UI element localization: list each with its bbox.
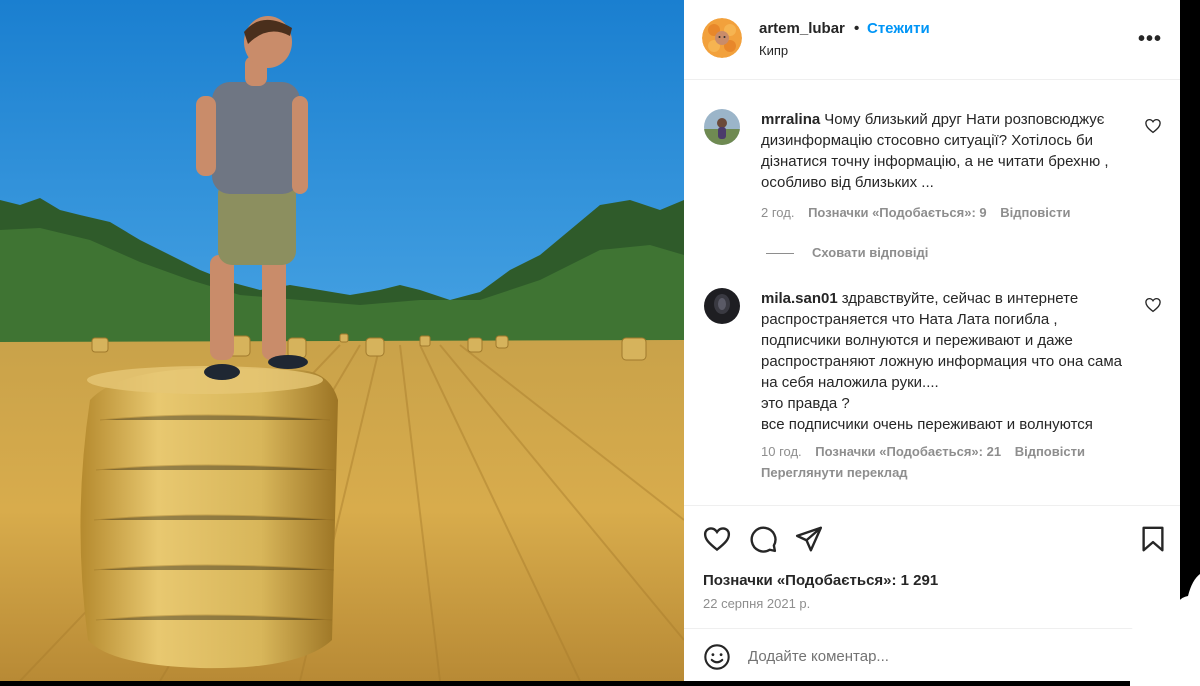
comment-text: здравствуйте, сейчас в интернете распрос…: [761, 290, 1123, 433]
comment-likes-count[interactable]: Позначки «Подобається»: 9: [808, 205, 987, 220]
comment-likes-count[interactable]: Позначки «Подобається»: 21: [815, 444, 1001, 459]
post-location[interactable]: Кипр: [759, 43, 788, 58]
hide-replies-label: Сховати відповіді: [812, 245, 929, 260]
post-date[interactable]: 22 серпня 2021 р.: [703, 596, 810, 611]
comments-list[interactable]: mrralina Чому близький друг Нати розповсю…: [684, 81, 1180, 505]
post-header: artem_lubar • Стежити Кипр •••: [684, 0, 1180, 80]
post-photo[interactable]: [0, 0, 684, 681]
reply-button[interactable]: Відповісти: [1015, 444, 1085, 459]
post-actions: Позначки «Подобається»: 1 291 22 серпня …: [684, 505, 1180, 625]
comment-time: 2 год.: [761, 205, 795, 220]
add-comment-bar: [684, 628, 1180, 681]
comment-icon[interactable]: [748, 524, 778, 554]
replies-line: [766, 253, 794, 255]
hide-replies-button[interactable]: Сховати відповіді: [766, 245, 928, 260]
post-likes-count[interactable]: Позначки «Подобається»: 1 291: [703, 572, 938, 589]
comment-username[interactable]: mila.san01: [761, 290, 838, 307]
comment-meta: 10 год. Позначки «Подобається»: 21 Відпо…: [761, 444, 1095, 459]
reply-button[interactable]: Відповісти: [1000, 205, 1070, 220]
comment-body: mrralina Чому близький друг Нати розповсю…: [761, 109, 1136, 193]
separator-dot: •: [854, 20, 860, 37]
post-viewer: artem_lubar • Стежити Кипр ••• mrralina: [0, 0, 1200, 686]
commenter-avatar[interactable]: [704, 288, 740, 324]
like-comment-heart-icon[interactable]: [1144, 296, 1162, 314]
see-translation-button[interactable]: Переглянути переклад: [761, 465, 908, 480]
emoji-icon[interactable]: [703, 643, 731, 671]
author-username[interactable]: artem_lubar: [759, 20, 845, 37]
comment-body: mila.san01 здравствуйте, сейчас в интерне…: [761, 288, 1136, 435]
like-comment-heart-icon[interactable]: [1144, 117, 1162, 135]
follow-button[interactable]: Стежити: [867, 20, 930, 37]
share-icon[interactable]: [794, 524, 824, 554]
comment-time: 10 год.: [761, 444, 802, 459]
heart-icon[interactable]: [702, 524, 732, 554]
more-options-icon[interactable]: •••: [1138, 28, 1162, 51]
photo-illustration: [0, 0, 684, 681]
commenter-avatar[interactable]: [704, 109, 740, 145]
post-details-panel: artem_lubar • Стежити Кипр ••• mrralina: [684, 0, 1180, 681]
author-avatar[interactable]: [702, 18, 742, 58]
torn-edge-decoration: [1130, 574, 1200, 686]
comment-input[interactable]: [748, 645, 1128, 667]
bookmark-icon[interactable]: [1138, 524, 1168, 554]
comment-username[interactable]: mrralina: [761, 111, 820, 128]
comment-meta: 2 год. Позначки «Подобається»: 9 Відпові…: [761, 205, 1081, 220]
